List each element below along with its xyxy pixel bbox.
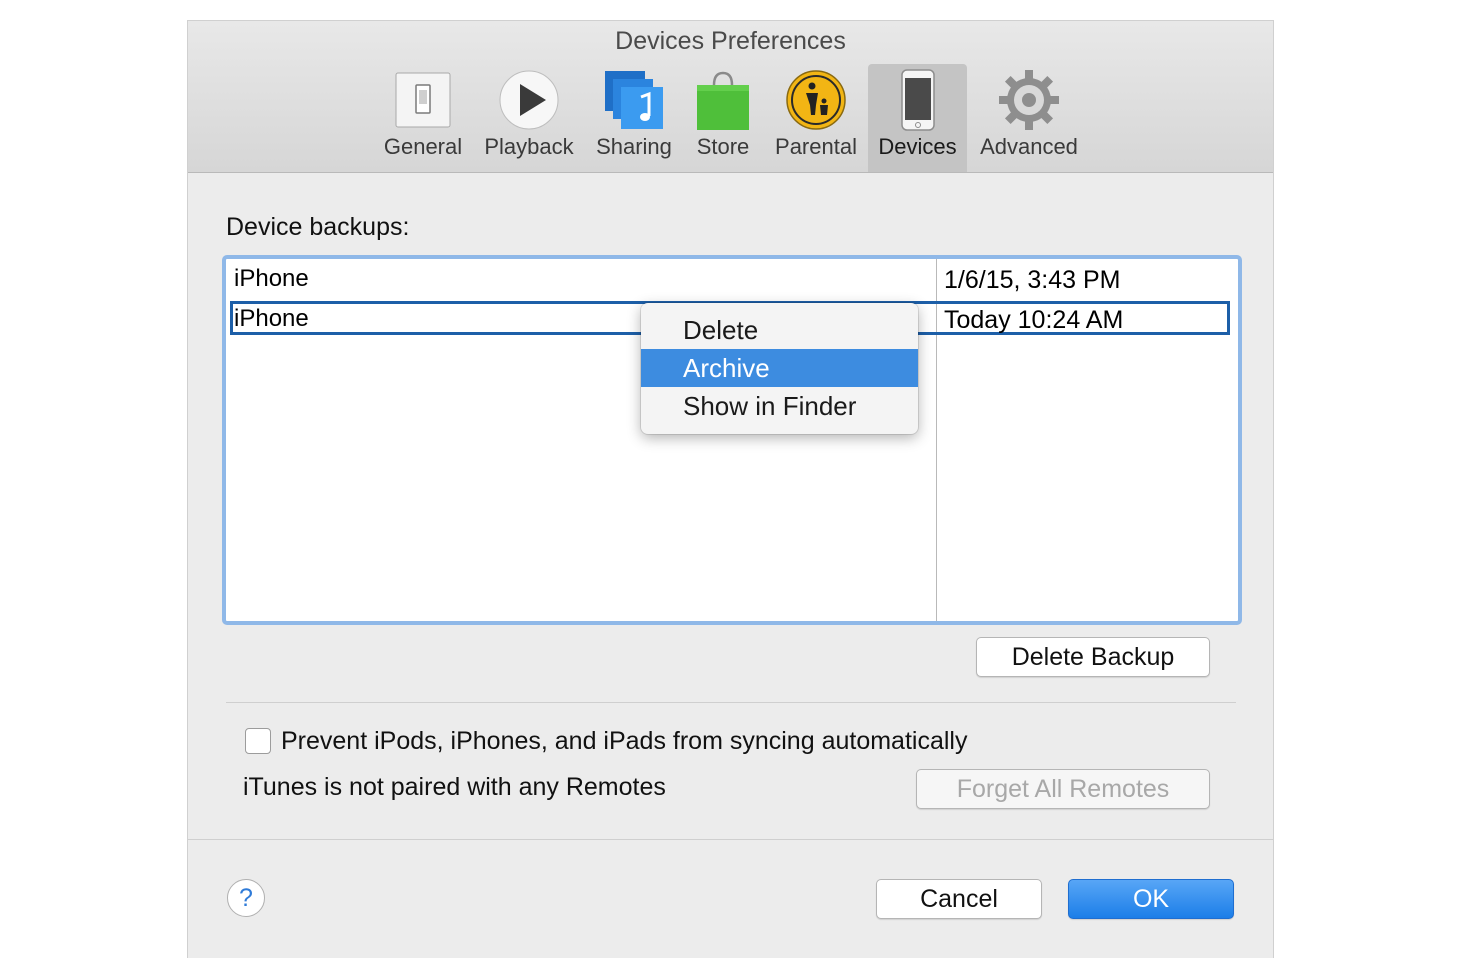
tab-store-label: Store (696, 134, 750, 159)
shopping-bag-icon (692, 69, 754, 131)
help-button[interactable]: ? (227, 879, 265, 917)
tab-advanced[interactable]: Advanced (973, 64, 1085, 172)
preferences-toolbar: Devices Preferences General Playback Sha… (188, 21, 1273, 173)
prevent-sync-checkbox[interactable] (245, 728, 271, 754)
tab-store[interactable]: Store (685, 64, 761, 172)
switch-icon (392, 69, 454, 131)
tab-devices[interactable]: Devices (868, 64, 967, 172)
parental-icon (785, 69, 847, 131)
device-backups-label: Device backups: (226, 213, 410, 241)
window-title: Devices Preferences (615, 27, 846, 55)
tab-parental-label: Parental (775, 134, 857, 159)
forget-all-remotes-button[interactable]: Forget All Remotes (916, 769, 1210, 809)
backup-date: 1/6/15, 3:43 PM (944, 266, 1121, 294)
menu-item-delete[interactable]: Delete (641, 311, 918, 349)
music-share-icon (603, 69, 665, 131)
preferences-window: Devices Preferences General Playback Sha… (187, 20, 1274, 958)
tab-advanced-label: Advanced (980, 134, 1078, 159)
backup-device-name: iPhone (234, 265, 309, 292)
tab-sharing[interactable]: Sharing (588, 64, 680, 172)
ok-button[interactable]: OK (1068, 879, 1234, 919)
delete-backup-button[interactable]: Delete Backup (976, 637, 1210, 677)
tab-sharing-label: Sharing (596, 134, 672, 159)
section-divider (226, 702, 1236, 703)
tab-playback-label: Playback (484, 134, 574, 159)
prevent-sync-label: Prevent iPods, iPhones, and iPads from s… (281, 727, 968, 755)
iphone-icon (887, 69, 949, 131)
play-icon (498, 69, 560, 131)
menu-item-show-in-finder[interactable]: Show in Finder (641, 387, 918, 425)
backup-device-name: iPhone (234, 305, 309, 332)
table-row[interactable]: iPhone 1/6/15, 3:43 PM (230, 261, 1230, 295)
context-menu: Delete Archive Show in Finder (641, 303, 918, 434)
tab-general-label: General (383, 134, 463, 159)
tab-devices-label: Devices (878, 134, 957, 159)
tab-general[interactable]: General (377, 64, 469, 172)
tab-playback[interactable]: Playback (476, 64, 582, 172)
backup-date: Today 10:24 AM (944, 306, 1124, 334)
remotes-status-text: iTunes is not paired with any Remotes (243, 773, 666, 801)
menu-item-archive[interactable]: Archive (641, 349, 918, 387)
gear-icon (998, 69, 1060, 131)
cancel-button[interactable]: Cancel (876, 879, 1042, 919)
tab-parental[interactable]: Parental (768, 64, 864, 172)
